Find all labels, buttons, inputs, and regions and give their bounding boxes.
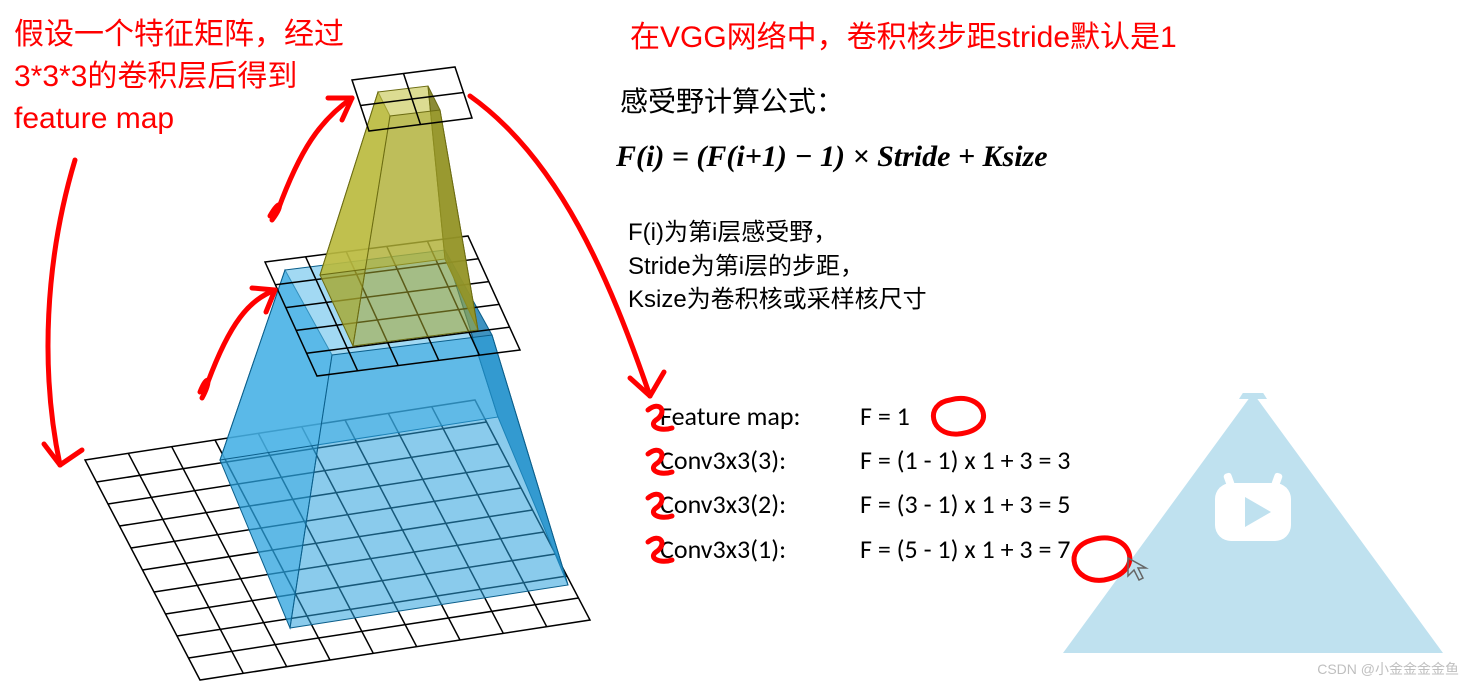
arrow-bottom-to-mid bbox=[200, 288, 275, 398]
calc-value: F = (5 - 1) x 1 + 3 = 7 bbox=[860, 527, 1070, 571]
calc-value: F = (3 - 1) x 1 + 3 = 5 bbox=[860, 482, 1070, 526]
calc-row-feature-map: Feature map: F = 1 bbox=[660, 394, 1070, 438]
bilibili-badge bbox=[1063, 393, 1443, 653]
formula-desc-l2: Stride为第i层的步距， bbox=[628, 250, 927, 284]
left-caption-line1: 假设一个特征矩阵，经过 bbox=[14, 14, 344, 56]
calculation-block: Feature map: F = 1 Conv3x3(3): F = (1 - … bbox=[660, 394, 1070, 571]
calc-label: Feature map: bbox=[660, 394, 860, 438]
mid-grid-5x5 bbox=[265, 236, 520, 376]
arrow-caption-to-bottom-grid bbox=[44, 160, 82, 465]
calc-row-conv2: Conv3x3(2): F = (3 - 1) x 1 + 3 = 5 bbox=[660, 482, 1070, 526]
receptive-field-3d-diagram bbox=[85, 67, 590, 680]
formula-title: 感受野计算公式： bbox=[620, 80, 844, 120]
top-grid-1x1 bbox=[352, 67, 472, 131]
calc-row-conv1: Conv3x3(1): F = (5 - 1) x 1 + 3 = 7 bbox=[660, 527, 1070, 571]
bottom-grid-9x9 bbox=[85, 400, 590, 680]
right-heading: 在VGG网络中，卷积核步距stride默认是1 bbox=[630, 12, 1177, 56]
calc-label: Conv3x3(2): bbox=[660, 482, 860, 526]
calc-label: Conv3x3(3): bbox=[660, 438, 860, 482]
left-caption-line3: feature map bbox=[14, 98, 344, 140]
formula-desc-l1: F(i)为第i层感受野， bbox=[628, 216, 927, 250]
watermark: CSDN @小金金金金鱼 bbox=[1317, 659, 1459, 679]
formula-desc-l3: Ksize为卷积核或采样核尺寸 bbox=[628, 283, 927, 317]
left-caption: 假设一个特征矩阵，经过 3*3*3的卷积层后得到 feature map bbox=[14, 14, 344, 140]
calc-label: Conv3x3(1): bbox=[660, 527, 860, 571]
receptive-field-formula: F(i) = (F(i+1) − 1) × Stride + Ksize bbox=[616, 140, 1048, 174]
formula-description: F(i)为第i层感受野， Stride为第i层的步距， Ksize为卷积核或采样… bbox=[628, 216, 927, 317]
calc-row-conv3: Conv3x3(3): F = (1 - 1) x 1 + 3 = 3 bbox=[660, 438, 1070, 482]
calc-value: F = (1 - 1) x 1 + 3 = 3 bbox=[860, 438, 1070, 482]
left-caption-line2: 3*3*3的卷积层后得到 bbox=[14, 56, 344, 98]
blue-frustum bbox=[220, 250, 568, 628]
calc-value: F = 1 bbox=[860, 394, 910, 438]
